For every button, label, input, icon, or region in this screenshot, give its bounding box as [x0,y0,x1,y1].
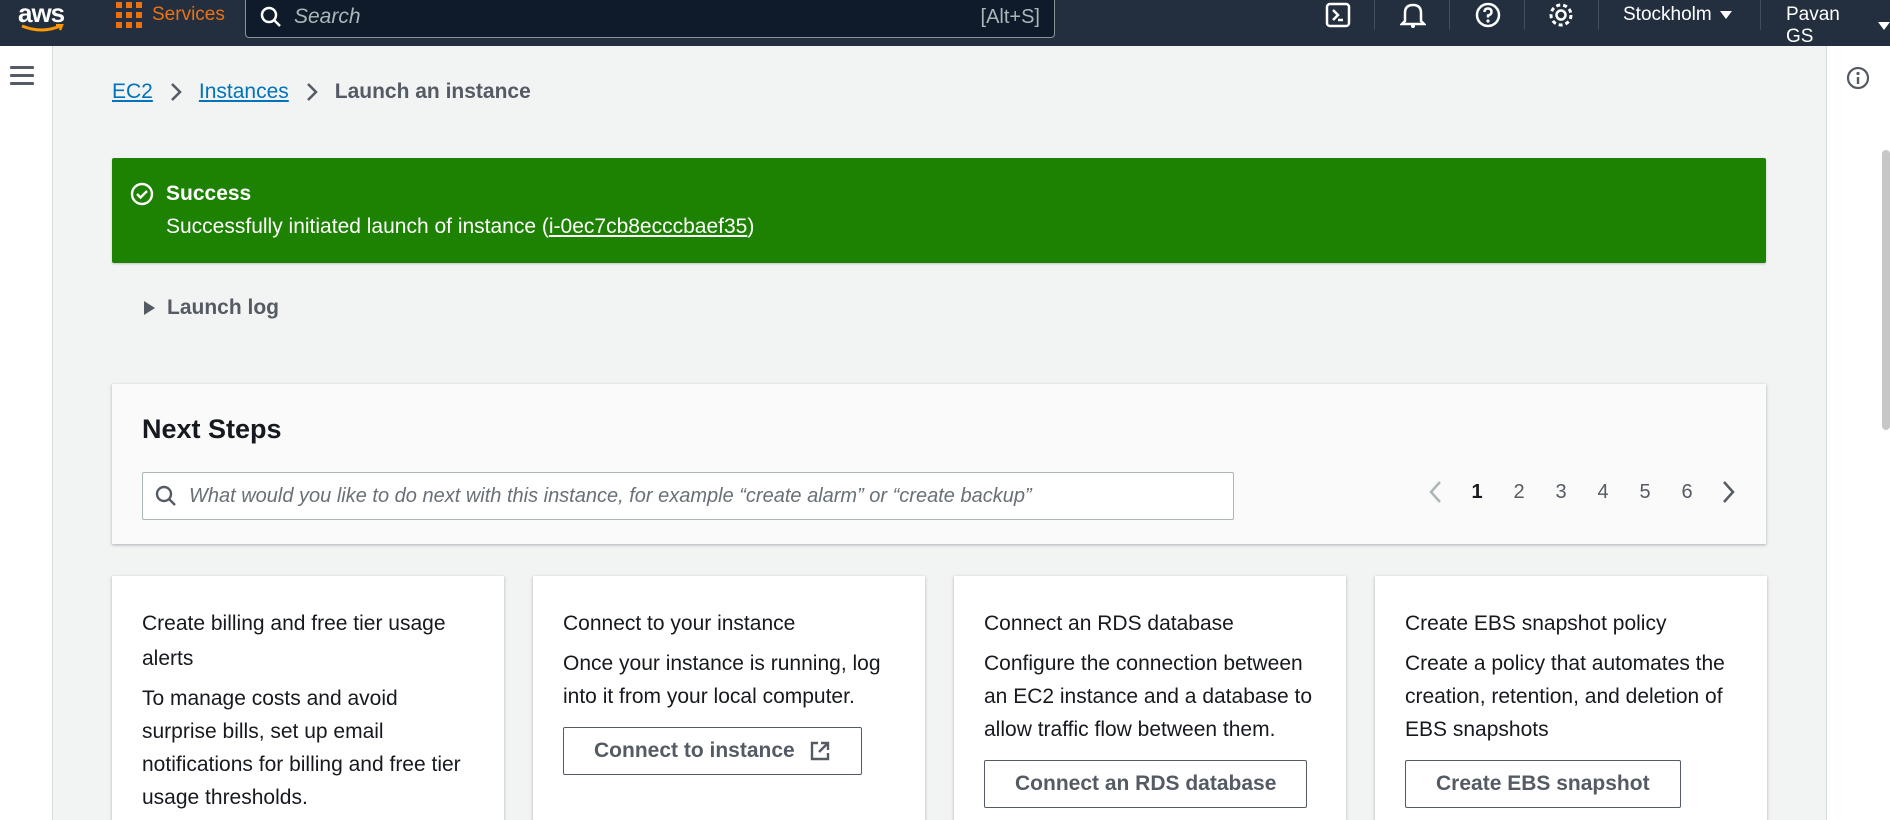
aws-smile-icon [21,24,64,32]
region-label: Stockholm [1623,4,1712,25]
page-scrollbar[interactable] [1882,150,1890,430]
next-steps-search-placeholder: What would you like to do next with this… [189,484,1032,507]
aws-logo[interactable]: aws [18,0,68,34]
search-icon [155,485,176,506]
create-ebs-snapshot-button[interactable]: Create EBS snapshot [1405,760,1681,808]
caret-right-icon [144,301,155,315]
next-step-card-billing: Create billing and free tier usage alert… [112,576,504,820]
cloudshell-icon[interactable] [1323,0,1353,30]
breadcrumb: EC2 Instances Launch an instance [112,80,531,104]
flash-message: Successfully initiated launch of instanc… [166,215,754,239]
pagination: 1 2 3 4 5 6 [1414,480,1750,504]
hamburger-menu-icon[interactable] [10,66,34,86]
flash-message-prefix: Successfully initiated launch of instanc… [166,215,549,238]
card-description: Configure the connection between an EC2 … [984,652,1313,741]
card-title: Create billing and free tier usage alert… [142,612,446,670]
button-label: Connect an RDS database [1015,772,1277,795]
card-description: To manage costs and avoid surprise bills… [142,687,461,809]
chevron-left-icon [1429,481,1441,503]
card-title: Create EBS snapshot policy [1405,612,1667,635]
account-label: Pavan GS [1786,4,1840,47]
breadcrumb-link-ec2[interactable]: EC2 [112,80,153,104]
breadcrumb-link-instances[interactable]: Instances [199,80,289,104]
search-placeholder: Search [294,5,361,28]
next-steps-panel: Next Steps What would you like to do nex… [112,384,1766,544]
flash-title: Success [166,182,252,205]
instance-id-link[interactable]: i-0ec7cb8ecccbaef35 [549,215,747,238]
services-grid-icon [116,2,142,28]
flash-message-suffix: ) [747,215,755,238]
next-steps-search-input[interactable]: What would you like to do next with this… [142,472,1234,520]
pagination-prev-button[interactable] [1414,480,1456,504]
gear-icon[interactable] [1546,0,1576,30]
next-step-card-rds: Connect an RDS database Configure the co… [954,576,1346,820]
pagination-next-button[interactable] [1708,480,1750,504]
nav-divider [1760,0,1761,30]
caret-down-icon [1878,22,1890,30]
launch-log-label: Launch log [167,296,279,319]
account-menu[interactable]: Pavan GS [1786,4,1890,48]
nav-divider [1524,0,1525,30]
global-search-input[interactable]: Search [Alt+S] [245,0,1055,38]
pagination-page-1[interactable]: 1 [1456,481,1498,504]
nav-divider [1449,0,1450,30]
search-icon [260,6,281,27]
button-label: Connect to instance [594,739,795,762]
card-description: Once your instance is running, log into … [563,652,881,708]
chevron-right-icon [170,83,182,101]
card-description: Create a policy that automates the creat… [1405,652,1725,741]
pagination-page-4[interactable]: 4 [1582,481,1624,504]
info-icon[interactable] [1846,66,1870,95]
connect-rds-database-button[interactable]: Connect an RDS database [984,760,1308,808]
pagination-page-5[interactable]: 5 [1624,481,1666,504]
launch-log-expander[interactable]: Launch log [144,296,279,320]
right-side-rail [1826,46,1890,820]
search-shortcut: [Alt+S] [980,5,1040,28]
services-menu-button[interactable]: Services [116,0,225,30]
next-step-card-ebs-snapshot: Create EBS snapshot policy Create a poli… [1375,576,1767,820]
chevron-right-icon [306,83,318,101]
breadcrumb-current: Launch an instance [334,80,531,103]
region-selector[interactable]: Stockholm [1623,4,1732,26]
next-steps-title: Next Steps [142,414,282,444]
pagination-page-2[interactable]: 2 [1498,481,1540,504]
top-navigation-bar: aws Services Search [Alt+S] Stockholm Pa… [0,0,1890,48]
success-check-icon [130,182,154,206]
left-side-rail [0,46,53,820]
card-title: Connect to your instance [563,612,796,635]
nav-divider [1598,0,1599,30]
bell-icon[interactable] [1398,0,1428,30]
help-icon[interactable] [1473,0,1503,30]
pagination-page-6[interactable]: 6 [1666,481,1708,504]
caret-down-icon [1719,11,1732,19]
nav-divider [1374,0,1375,30]
external-link-icon [810,741,829,761]
next-step-card-connect: Connect to your instance Once your insta… [533,576,925,820]
services-label: Services [152,4,225,25]
chevron-right-icon [1723,481,1735,503]
pagination-page-3[interactable]: 3 [1540,481,1582,504]
card-title: Connect an RDS database [984,612,1234,635]
connect-to-instance-button[interactable]: Connect to instance [563,727,862,775]
button-label: Create EBS snapshot [1436,772,1650,795]
success-flash-banner: Success Successfully initiated launch of… [112,158,1766,263]
